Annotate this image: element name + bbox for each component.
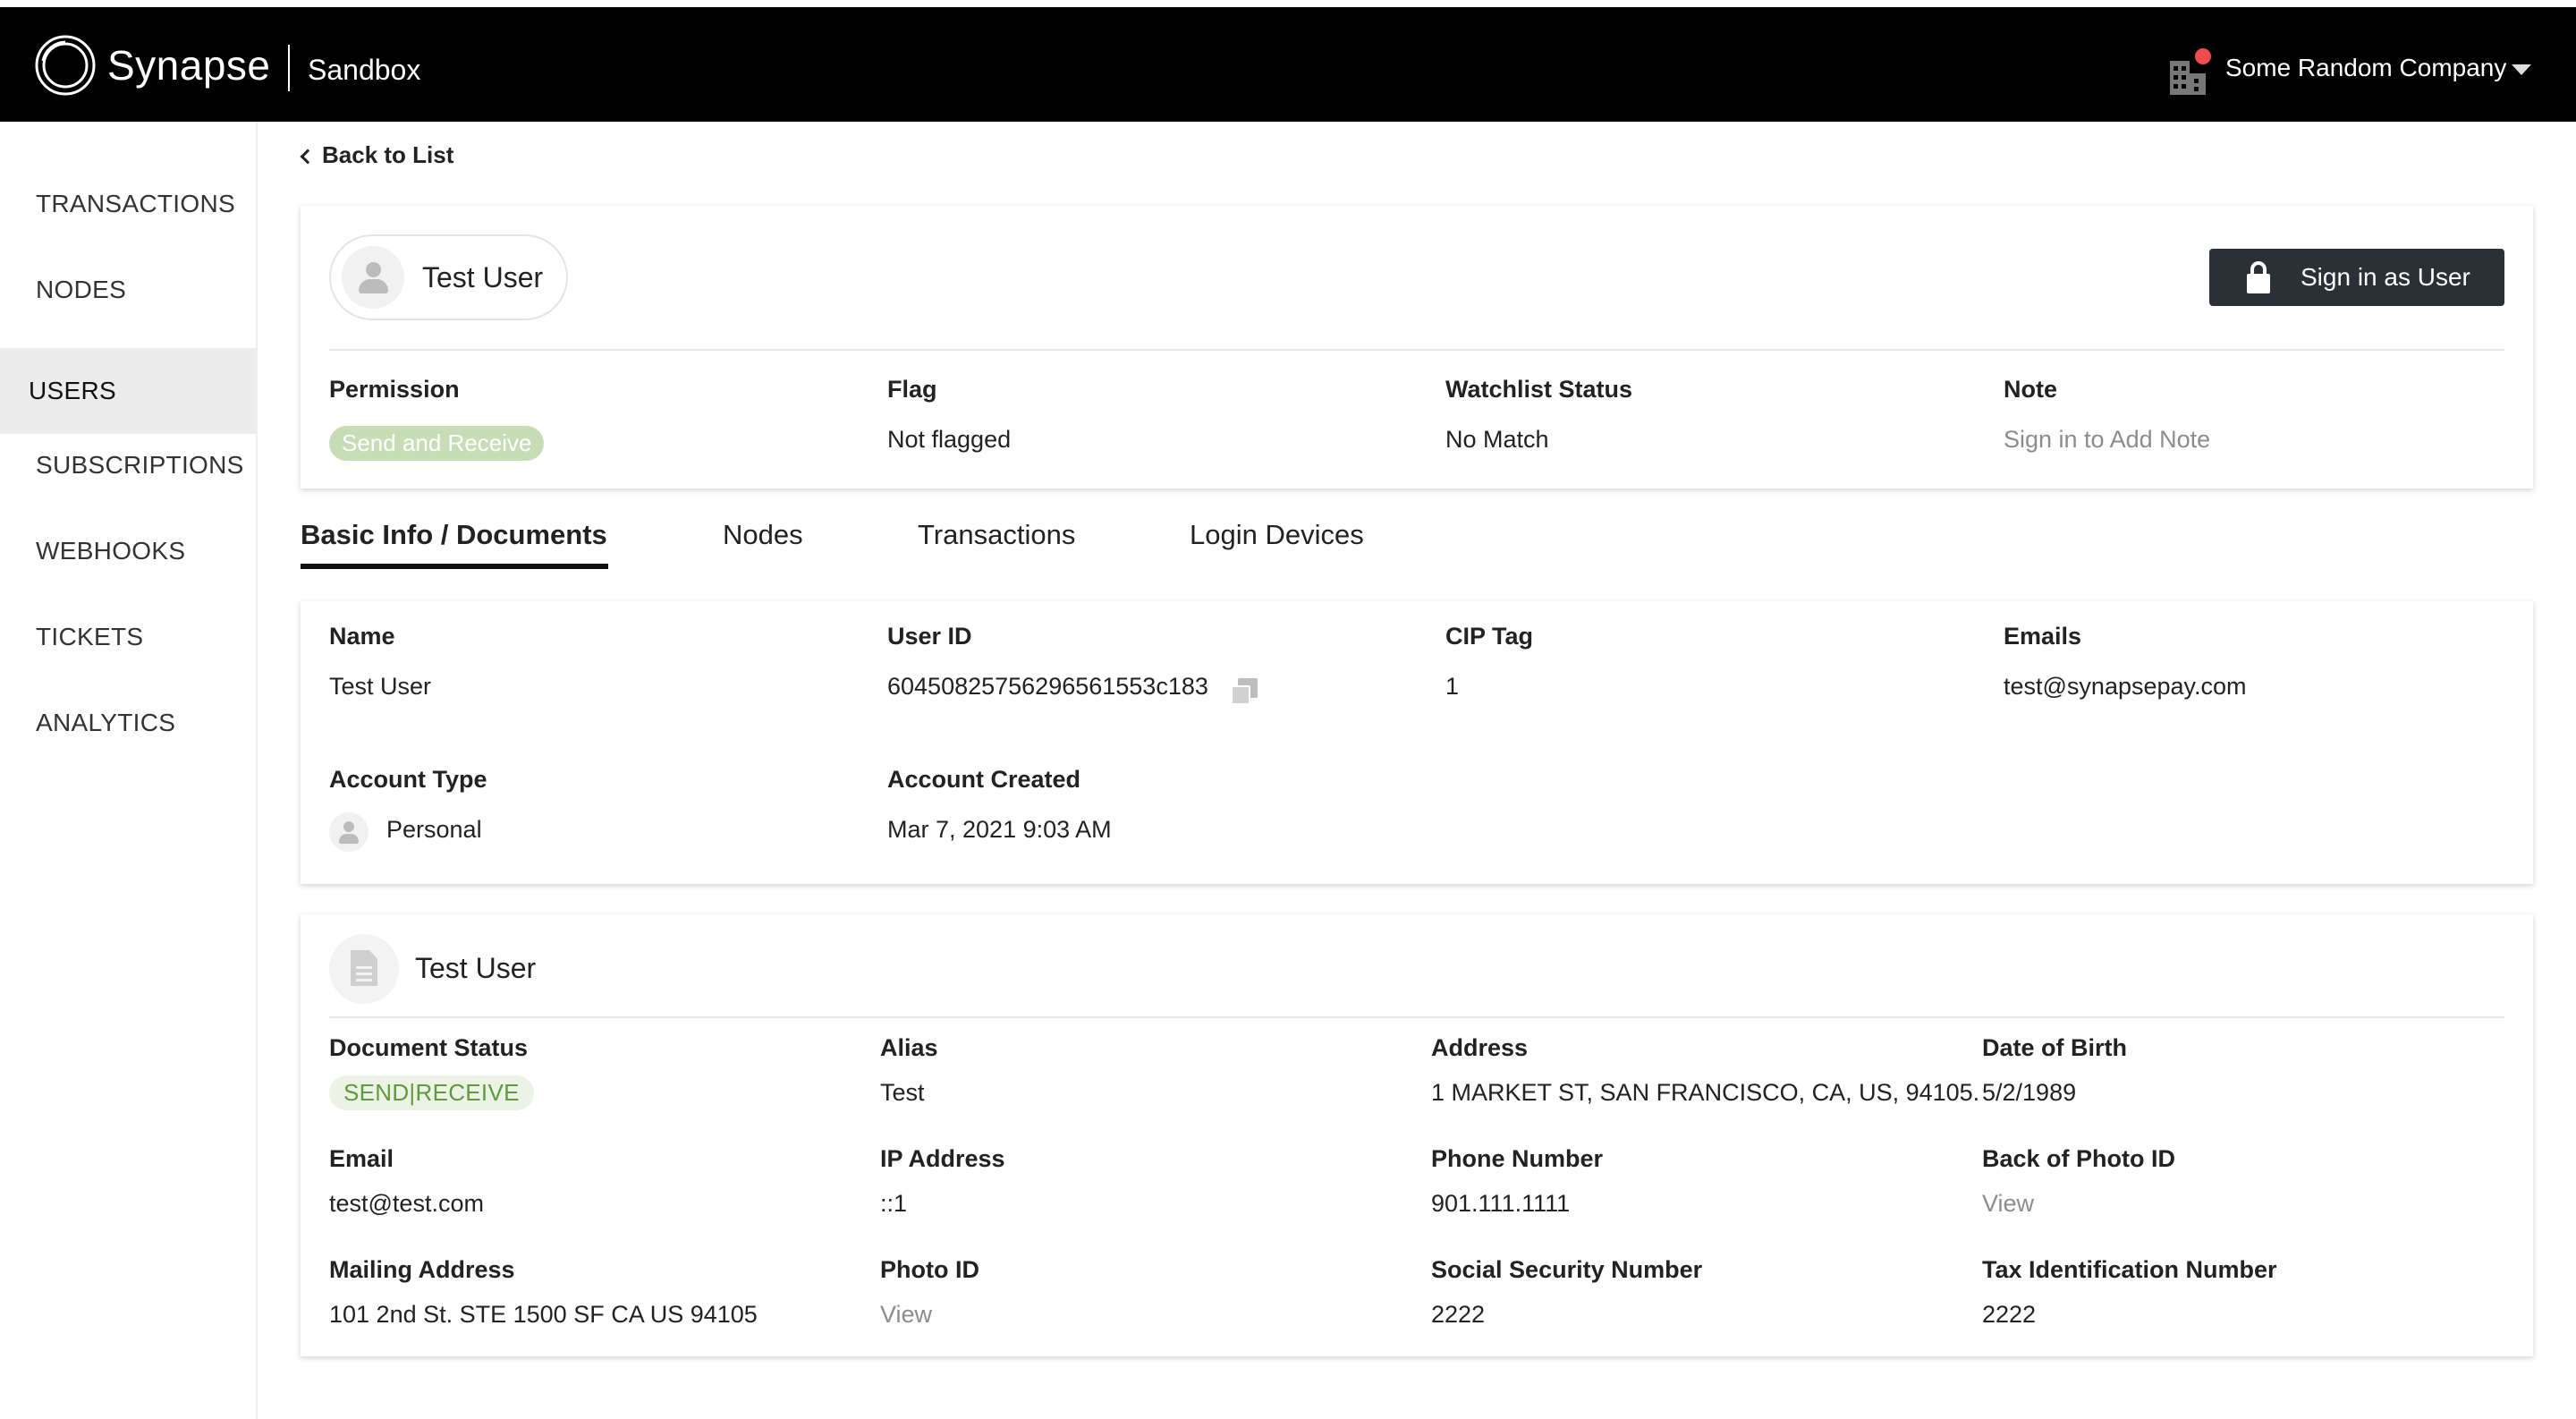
- ssn-label: Social Security Number: [1431, 1256, 1703, 1283]
- user-summary-card: Test User Sign in as User Permission Sen…: [301, 206, 2533, 489]
- chevron-down-icon[interactable]: [2512, 64, 2531, 75]
- photo-id-label: Photo ID: [880, 1256, 979, 1283]
- tab-login-devices[interactable]: Login Devices: [1190, 519, 1364, 551]
- brand-divider: [288, 45, 290, 91]
- address-value: 1 MARKET ST, SAN FRANCISCO, CA, US, 9410…: [1431, 1079, 1980, 1106]
- user-pill: Test User: [329, 234, 569, 320]
- dob-value: 5/2/1989: [1982, 1079, 2077, 1106]
- back-photo-id-view-link[interactable]: View: [1982, 1190, 2034, 1218]
- document-title: Test User: [415, 952, 537, 984]
- account-created-label: Account Created: [887, 766, 1081, 793]
- sidebar-item-tickets[interactable]: TICKETS: [0, 594, 256, 680]
- basic-info-card: Name Test User User ID 60450825756296561…: [301, 601, 2533, 884]
- permission-badge: Send and Receive: [329, 426, 545, 461]
- ip-label: IP Address: [880, 1145, 1005, 1172]
- user-id-value: 6045082575629656155​3c183: [887, 673, 1208, 700]
- sidebar-item-users[interactable]: USERS: [0, 348, 256, 434]
- email-label: Email: [329, 1145, 394, 1172]
- user-id-label: User ID: [887, 623, 972, 650]
- tin-value: 2222: [1982, 1301, 2037, 1328]
- company-name[interactable]: Some Random Company: [2225, 54, 2506, 82]
- environment-label: Sandbox: [308, 54, 421, 86]
- emails-value: test@synapsepay.com: [2004, 673, 2247, 700]
- emails-label: Emails: [2004, 623, 2082, 650]
- watchlist-value: No Match: [1445, 426, 1549, 453]
- document-status-badge: SEND|RECEIVE: [329, 1075, 534, 1110]
- add-note-link[interactable]: Sign in to Add Note: [2004, 426, 2210, 454]
- note-label: Note: [2004, 376, 2057, 403]
- tab-transactions[interactable]: Transactions: [918, 519, 1075, 551]
- tab-nodes[interactable]: Nodes: [723, 519, 803, 551]
- app-header: Synapse Sandbox Some Random Company: [0, 7, 2576, 122]
- divider: [329, 1016, 2504, 1018]
- name-value: Test User: [329, 673, 432, 700]
- notification-dot: [2195, 48, 2211, 64]
- active-tab-indicator: [301, 564, 608, 569]
- alias-value: Test: [880, 1079, 925, 1106]
- sidebar-item-webhooks[interactable]: WEBHOOKS: [0, 508, 256, 594]
- brand-name: Synapse: [107, 42, 271, 89]
- synapse-logo-icon[interactable]: [34, 34, 97, 97]
- lock-icon: [2247, 261, 2270, 293]
- phone-value: 901.111.1111: [1431, 1190, 1571, 1217]
- divider: [329, 349, 2504, 351]
- name-label: Name: [329, 623, 395, 650]
- ssn-value: 2222: [1431, 1301, 1486, 1328]
- sign-in-as-user-button[interactable]: Sign in as User: [2209, 249, 2504, 306]
- ip-value: ::1: [880, 1190, 908, 1217]
- permission-label: Permission: [329, 376, 460, 403]
- back-photo-id-label: Back of Photo ID: [1982, 1145, 2176, 1172]
- sidebar-item-subscriptions[interactable]: SUBSCRIPTIONS: [0, 422, 256, 508]
- chevron-left-icon: [300, 149, 316, 164]
- cip-tag-label: CIP Tag: [1445, 623, 1534, 650]
- tab-basic-info[interactable]: Basic Info / Documents: [301, 519, 607, 551]
- back-to-list-link[interactable]: Back to List: [300, 141, 454, 169]
- account-type-label: Account Type: [329, 766, 487, 793]
- document-icon: [329, 934, 399, 1004]
- sidebar: TRANSACTIONS NODES USERS SUBSCRIPTIONS W…: [0, 122, 258, 1419]
- phone-label: Phone Number: [1431, 1145, 1604, 1172]
- photo-id-view-link[interactable]: View: [880, 1301, 932, 1329]
- mailing-address-value: 101 2nd St. STE 1500 SF CA US 94105: [329, 1301, 758, 1328]
- account-created-value: Mar 7, 2021 9:03 AM: [887, 816, 1112, 843]
- user-name: Test User: [422, 260, 544, 293]
- account-type-value: Personal: [386, 816, 482, 843]
- sign-in-label: Sign in as User: [2301, 263, 2470, 291]
- mailing-address-label: Mailing Address: [329, 1256, 515, 1283]
- avatar: [342, 246, 404, 309]
- sidebar-item-nodes[interactable]: NODES: [0, 247, 256, 333]
- user-icon: [329, 812, 369, 852]
- flag-label: Flag: [887, 376, 937, 403]
- document-card: Test User Document Status SEND|RECEIVE A…: [301, 914, 2533, 1356]
- tin-label: Tax Identification Number: [1982, 1256, 2277, 1283]
- sidebar-item-analytics[interactable]: ANALYTICS: [0, 680, 256, 766]
- watchlist-label: Watchlist Status: [1445, 376, 1633, 403]
- dob-label: Date of Birth: [1982, 1034, 2127, 1061]
- alias-label: Alias: [880, 1034, 938, 1061]
- sidebar-item-transactions[interactable]: TRANSACTIONS: [0, 161, 256, 247]
- flag-value: Not flagged: [887, 426, 1012, 453]
- back-link-label: Back to List: [322, 141, 454, 168]
- email-value: test@test.com: [329, 1190, 484, 1217]
- address-label: Address: [1431, 1034, 1529, 1061]
- top-strip: [0, 0, 2576, 7]
- document-status-label: Document Status: [329, 1034, 529, 1061]
- copy-icon[interactable]: [1231, 678, 1258, 705]
- cip-tag-value: 1: [1445, 673, 1460, 700]
